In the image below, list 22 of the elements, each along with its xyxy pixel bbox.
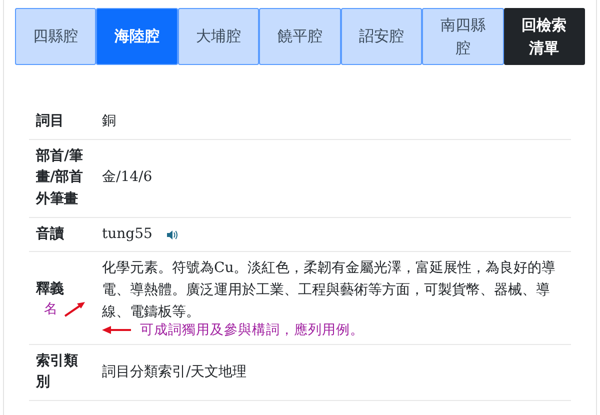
- speaker-icon[interactable]: [166, 228, 178, 241]
- field-label: 部首/筆畫/部首外筆畫: [36, 146, 84, 210]
- field-value: 化學元素。符號為Cu。淡紅色，柔韌有金屬光澤，富延展性，為良好的導電、導熱體。廣泛運用於工業、工程與藝術等方面，可製貨幣、器械、導線、電鑄板等。: [102, 259, 557, 322]
- field-label: 釋義: [36, 280, 65, 300]
- dialect-tab[interactable]: 四縣腔: [15, 8, 96, 65]
- field-label: 索引類別: [36, 352, 79, 392]
- annotation-text: 可成詞獨用及參與構詞，應列用例。: [140, 322, 364, 338]
- dialect-tab[interactable]: 大埔腔: [178, 8, 260, 65]
- annotation-text: 名: [44, 300, 58, 317]
- dialect-tab[interactable]: 海陸腔: [96, 8, 178, 65]
- dialect-tab[interactable]: 饒平腔: [259, 8, 341, 65]
- dialect-tab[interactable]: 詔安腔: [340, 8, 422, 65]
- field-value: tung55: [102, 224, 152, 244]
- field-label: 音讀: [36, 224, 65, 244]
- field-value: 金/14/6: [102, 168, 154, 188]
- back-to-list-button[interactable]: 回檢索清單: [504, 8, 585, 65]
- arrow-icon: [64, 300, 86, 317]
- field-value: 銅: [102, 112, 117, 131]
- dialect-tab[interactable]: 南四縣腔: [422, 8, 504, 65]
- field-value: 詞目分類索引/天文地理: [102, 362, 248, 382]
- field-label: 詞目: [36, 112, 65, 131]
- arrow-icon: [102, 324, 132, 335]
